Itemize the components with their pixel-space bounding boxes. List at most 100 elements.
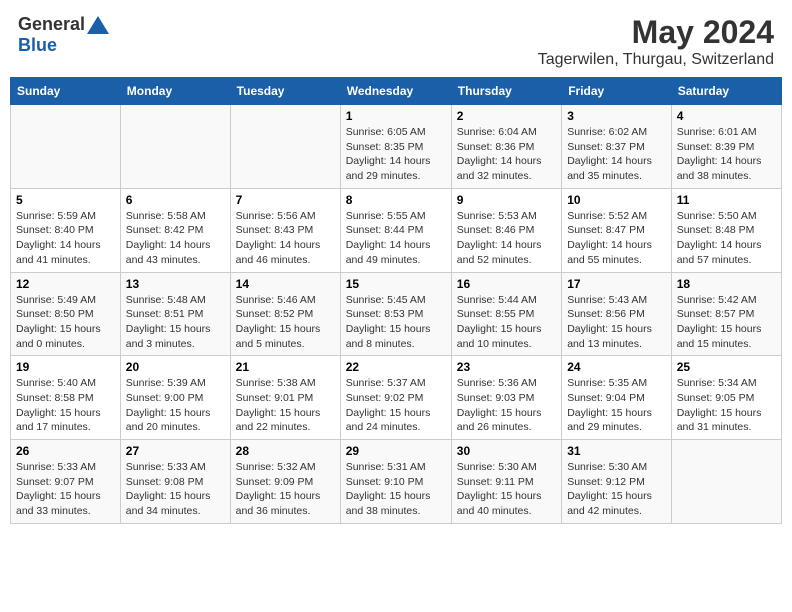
calendar-cell: 22 Sunrise: 5:37 AMSunset: 9:02 PMDayligh… bbox=[340, 356, 451, 440]
day-number: 5 bbox=[16, 193, 115, 207]
day-number: 11 bbox=[677, 193, 776, 207]
calendar-cell: 30Sunrise: 5:30 AMSunset: 9:11 PMDayligh… bbox=[451, 440, 561, 524]
col-header-friday: Friday bbox=[562, 78, 672, 105]
day-detail: Sunrise: 5:30 AMSunset: 9:11 PMDaylight:… bbox=[457, 460, 556, 519]
day-number: 23 bbox=[457, 360, 556, 374]
day-detail: Sunrise: 5:43 AMSunset: 8:56 PMDaylight:… bbox=[567, 293, 666, 352]
day-detail: Sunrise: 5:34 AMSunset: 9:05 PMDaylight:… bbox=[677, 376, 776, 435]
day-number: 4 bbox=[677, 109, 776, 123]
calendar-cell: 3 Sunrise: 6:02 AMSunset: 8:37 PMDaylight… bbox=[562, 105, 672, 189]
day-number: 7 bbox=[236, 193, 335, 207]
day-number: 22 bbox=[346, 360, 446, 374]
col-header-tuesday: Tuesday bbox=[230, 78, 340, 105]
calendar-cell: 21Sunrise: 5:38 AMSunset: 9:01 PMDayligh… bbox=[230, 356, 340, 440]
calendar-cell bbox=[230, 105, 340, 189]
calendar-cell: 1 Sunrise: 6:05 AMSunset: 8:35 PMDaylight… bbox=[340, 105, 451, 189]
calendar-cell: 29 Sunrise: 5:31 AMSunset: 9:10 PMDayligh… bbox=[340, 440, 451, 524]
day-detail: Sunrise: 5:32 AMSunset: 9:09 PMDaylight:… bbox=[236, 460, 335, 519]
calendar-cell: 8 Sunrise: 5:55 AMSunset: 8:44 PMDaylight… bbox=[340, 188, 451, 272]
day-number: 13 bbox=[126, 277, 225, 291]
calendar-cell: 25 Sunrise: 5:34 AMSunset: 9:05 PMDayligh… bbox=[671, 356, 781, 440]
col-header-sunday: Sunday bbox=[11, 78, 121, 105]
day-number: 10 bbox=[567, 193, 666, 207]
day-detail: Sunrise: 6:04 AMSunset: 8:36 PMDaylight:… bbox=[457, 125, 556, 184]
day-detail: Sunrise: 5:33 AMSunset: 9:08 PMDaylight:… bbox=[126, 460, 225, 519]
calendar-cell: 10 Sunrise: 5:52 AMSunset: 8:47 PMDayligh… bbox=[562, 188, 672, 272]
day-number: 21 bbox=[236, 360, 335, 374]
calendar-cell bbox=[671, 440, 781, 524]
day-number: 15 bbox=[346, 277, 446, 291]
calendar-week-row: 5 Sunrise: 5:59 AMSunset: 8:40 PMDaylight… bbox=[11, 188, 782, 272]
day-detail: Sunrise: 5:55 AMSunset: 8:44 PMDaylight:… bbox=[346, 209, 446, 268]
day-detail: Sunrise: 5:30 AMSunset: 9:12 PMDaylight:… bbox=[567, 460, 666, 519]
day-number: 3 bbox=[567, 109, 666, 123]
day-detail: Sunrise: 6:01 AMSunset: 8:39 PMDaylight:… bbox=[677, 125, 776, 184]
calendar-cell: 26Sunrise: 5:33 AMSunset: 9:07 PMDayligh… bbox=[11, 440, 121, 524]
calendar-cell: 28 Sunrise: 5:32 AMSunset: 9:09 PMDayligh… bbox=[230, 440, 340, 524]
logo: General Blue bbox=[18, 14, 109, 56]
day-number: 18 bbox=[677, 277, 776, 291]
day-number: 28 bbox=[236, 444, 335, 458]
day-number: 12 bbox=[16, 277, 115, 291]
day-detail: Sunrise: 5:36 AMSunset: 9:03 PMDaylight:… bbox=[457, 376, 556, 435]
col-header-wednesday: Wednesday bbox=[340, 78, 451, 105]
calendar-cell: 27 Sunrise: 5:33 AMSunset: 9:08 PMDayligh… bbox=[120, 440, 230, 524]
title-block: May 2024 Tagerwilen, Thurgau, Switzerlan… bbox=[538, 14, 774, 69]
day-number: 9 bbox=[457, 193, 556, 207]
col-header-monday: Monday bbox=[120, 78, 230, 105]
calendar-header-row: SundayMondayTuesdayWednesdayThursdayFrid… bbox=[11, 78, 782, 105]
day-detail: Sunrise: 5:31 AMSunset: 9:10 PMDaylight:… bbox=[346, 460, 446, 519]
calendar-cell: 11Sunrise: 5:50 AMSunset: 8:48 PMDayligh… bbox=[671, 188, 781, 272]
day-detail: Sunrise: 5:40 AMSunset: 8:58 PMDaylight:… bbox=[16, 376, 115, 435]
logo-general-text: General bbox=[18, 14, 85, 35]
calendar-cell: 18 Sunrise: 5:42 AMSunset: 8:57 PMDayligh… bbox=[671, 272, 781, 356]
logo-blue-text: Blue bbox=[18, 35, 57, 56]
day-detail: Sunrise: 5:39 AMSunset: 9:00 PMDaylight:… bbox=[126, 376, 225, 435]
calendar-cell: 19 Sunrise: 5:40 AMSunset: 8:58 PMDayligh… bbox=[11, 356, 121, 440]
calendar-cell: 9Sunrise: 5:53 AMSunset: 8:46 PMDaylight… bbox=[451, 188, 561, 272]
day-detail: Sunrise: 5:49 AMSunset: 8:50 PMDaylight:… bbox=[16, 293, 115, 352]
col-header-saturday: Saturday bbox=[671, 78, 781, 105]
calendar-cell: 7 Sunrise: 5:56 AMSunset: 8:43 PMDaylight… bbox=[230, 188, 340, 272]
day-detail: Sunrise: 6:02 AMSunset: 8:37 PMDaylight:… bbox=[567, 125, 666, 184]
calendar-cell: 23 Sunrise: 5:36 AMSunset: 9:03 PMDayligh… bbox=[451, 356, 561, 440]
calendar-cell: 13 Sunrise: 5:48 AMSunset: 8:51 PMDayligh… bbox=[120, 272, 230, 356]
day-detail: Sunrise: 5:37 AMSunset: 9:02 PMDaylight:… bbox=[346, 376, 446, 435]
col-header-thursday: Thursday bbox=[451, 78, 561, 105]
day-number: 27 bbox=[126, 444, 225, 458]
day-number: 1 bbox=[346, 109, 446, 123]
day-detail: Sunrise: 5:58 AMSunset: 8:42 PMDaylight:… bbox=[126, 209, 225, 268]
page-header: General Blue May 2024 Tagerwilen, Thurga… bbox=[10, 10, 782, 73]
calendar-cell: 5 Sunrise: 5:59 AMSunset: 8:40 PMDaylight… bbox=[11, 188, 121, 272]
day-number: 24 bbox=[567, 360, 666, 374]
calendar-week-row: 26Sunrise: 5:33 AMSunset: 9:07 PMDayligh… bbox=[11, 440, 782, 524]
calendar-cell: 14Sunrise: 5:46 AMSunset: 8:52 PMDayligh… bbox=[230, 272, 340, 356]
calendar-table: SundayMondayTuesdayWednesdayThursdayFrid… bbox=[10, 77, 782, 524]
day-number: 25 bbox=[677, 360, 776, 374]
calendar-cell: 31Sunrise: 5:30 AMSunset: 9:12 PMDayligh… bbox=[562, 440, 672, 524]
day-detail: Sunrise: 5:56 AMSunset: 8:43 PMDaylight:… bbox=[236, 209, 335, 268]
calendar-cell: 15Sunrise: 5:45 AMSunset: 8:53 PMDayligh… bbox=[340, 272, 451, 356]
calendar-cell: 2 Sunrise: 6:04 AMSunset: 8:36 PMDaylight… bbox=[451, 105, 561, 189]
day-number: 14 bbox=[236, 277, 335, 291]
calendar-cell bbox=[11, 105, 121, 189]
day-number: 17 bbox=[567, 277, 666, 291]
day-detail: Sunrise: 5:59 AMSunset: 8:40 PMDaylight:… bbox=[16, 209, 115, 268]
day-detail: Sunrise: 5:52 AMSunset: 8:47 PMDaylight:… bbox=[567, 209, 666, 268]
calendar-cell: 12 Sunrise: 5:49 AMSunset: 8:50 PMDayligh… bbox=[11, 272, 121, 356]
day-detail: Sunrise: 6:05 AMSunset: 8:35 PMDaylight:… bbox=[346, 125, 446, 184]
day-detail: Sunrise: 5:48 AMSunset: 8:51 PMDaylight:… bbox=[126, 293, 225, 352]
calendar-week-row: 19 Sunrise: 5:40 AMSunset: 8:58 PMDayligh… bbox=[11, 356, 782, 440]
day-number: 8 bbox=[346, 193, 446, 207]
day-detail: Sunrise: 5:42 AMSunset: 8:57 PMDaylight:… bbox=[677, 293, 776, 352]
day-number: 2 bbox=[457, 109, 556, 123]
day-number: 26 bbox=[16, 444, 115, 458]
calendar-cell: 6Sunrise: 5:58 AMSunset: 8:42 PMDaylight… bbox=[120, 188, 230, 272]
calendar-cell bbox=[120, 105, 230, 189]
day-number: 19 bbox=[16, 360, 115, 374]
day-number: 29 bbox=[346, 444, 446, 458]
calendar-cell: 17 Sunrise: 5:43 AMSunset: 8:56 PMDayligh… bbox=[562, 272, 672, 356]
day-number: 20 bbox=[126, 360, 225, 374]
calendar-week-row: 12 Sunrise: 5:49 AMSunset: 8:50 PMDayligh… bbox=[11, 272, 782, 356]
day-detail: Sunrise: 5:44 AMSunset: 8:55 PMDaylight:… bbox=[457, 293, 556, 352]
